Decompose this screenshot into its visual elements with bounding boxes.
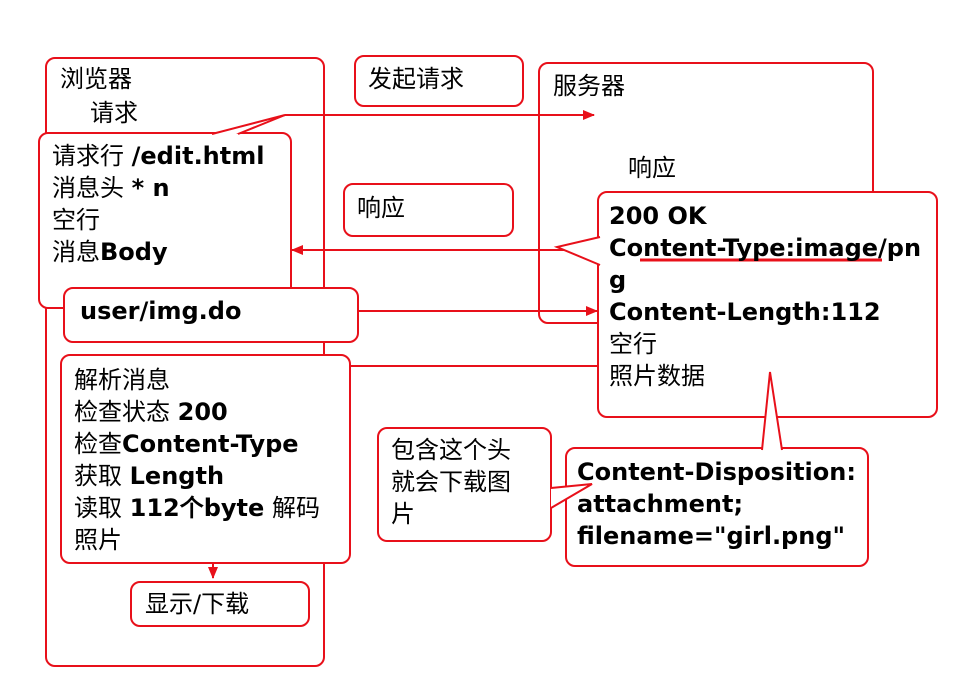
- url-label: user/img.do: [80, 297, 242, 325]
- content-type-wrap: g: [609, 266, 627, 294]
- parse-line-5-value: 112个byte: [129, 494, 265, 522]
- header-line-count: * n: [131, 174, 170, 202]
- parse-line-4: 获取 Length: [74, 460, 224, 492]
- browser-title: 浏览器: [60, 65, 132, 93]
- parse-line-2-value: 200: [177, 398, 228, 426]
- note-line-2: 就会下载图: [391, 468, 511, 496]
- blank-line: 空行: [52, 206, 100, 234]
- display-label: 显示/下载: [145, 590, 250, 618]
- content-type-line: Content-Type:image/pn: [609, 234, 922, 262]
- disposition-line-1: Content-Disposition:: [577, 458, 856, 486]
- disposition-line-2: attachment;: [577, 490, 744, 518]
- browser-request-label: 请求: [90, 99, 138, 127]
- disposition-line-3: filename="girl.png": [577, 522, 846, 550]
- parse-line-3: 检查Content-Type: [74, 428, 299, 460]
- body-line-value: Body: [100, 238, 168, 266]
- send-request-label: 发起请求: [368, 65, 464, 93]
- body-line-label: 消息: [52, 238, 100, 266]
- parse-line-2-label: 检查状态: [74, 398, 178, 426]
- request-line-path: /edit.html: [131, 142, 265, 170]
- note-line-3: 片: [391, 500, 415, 528]
- photo-data-line: 照片数据: [609, 362, 705, 390]
- callout-tails: [211, 114, 882, 509]
- parse-line-5: 读取 112个byte 解码: [74, 492, 320, 524]
- parse-line-2: 检查状态 200: [74, 396, 228, 428]
- parse-line-5-suffix: 解码: [264, 494, 320, 522]
- response-blank-line: 空行: [609, 330, 657, 358]
- body-line: 消息Body: [52, 236, 168, 268]
- request-line-label: 请求行: [52, 142, 132, 170]
- server-title: 服务器: [553, 72, 625, 100]
- note-line-1: 包含这个头: [391, 436, 511, 464]
- parse-line-3-label: 检查: [74, 430, 122, 458]
- request-line: 请求行 /edit.html: [52, 140, 264, 172]
- parse-line-3-value: Content-Type: [122, 430, 299, 458]
- parse-line-6: 照片: [74, 526, 122, 554]
- parse-line-4-value: Length: [129, 462, 225, 490]
- response-note-label: 响应: [357, 194, 405, 222]
- server-response-label: 响应: [628, 154, 676, 182]
- header-line-label: 消息头: [52, 174, 132, 202]
- parse-line-4-label: 获取: [74, 462, 130, 490]
- parse-line-1: 解析消息: [74, 366, 170, 394]
- parse-line-5-label: 读取: [74, 494, 130, 522]
- header-line: 消息头 * n: [52, 172, 170, 204]
- content-length-line: Content-Length:112: [609, 298, 881, 326]
- status-line: 200 OK: [609, 202, 707, 230]
